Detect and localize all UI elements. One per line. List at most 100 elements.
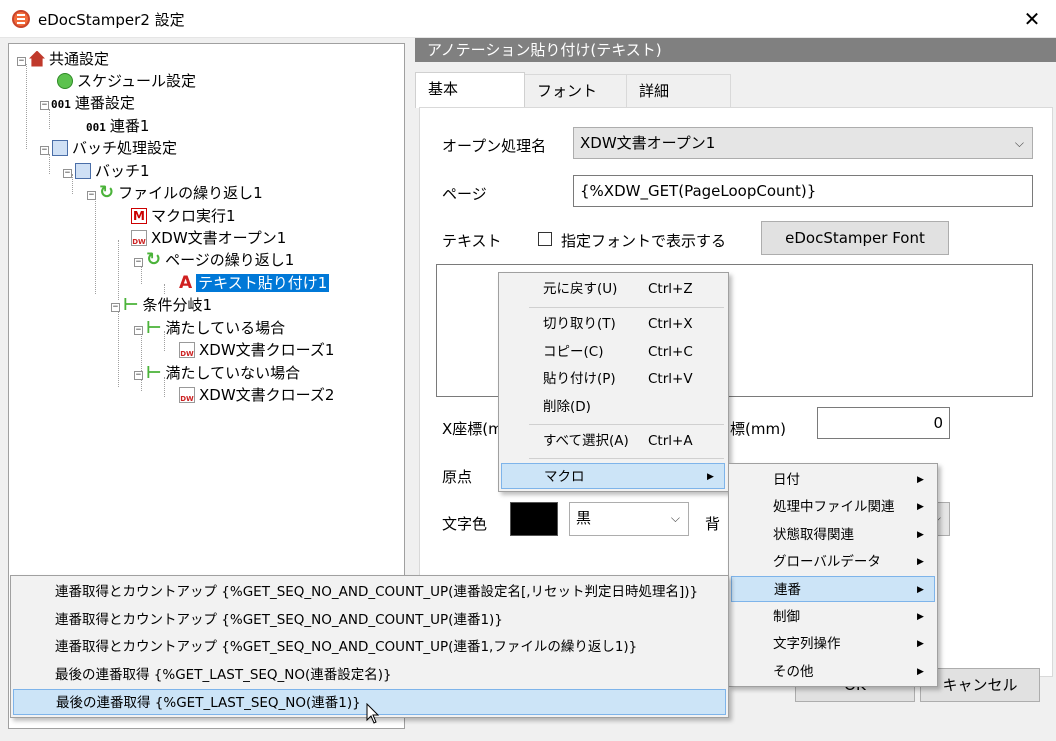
cancel-button[interactable]: キャンセル: [920, 668, 1040, 702]
font-checkbox-label: 指定フォントで表示する: [561, 232, 727, 250]
menu-item-paste[interactable]: 貼り付け(P) Ctrl+V: [499, 366, 728, 392]
sequence-submenu: 連番取得とカウントアップ {%GET_SEQ_NO_AND_COUNT_UP(連…: [10, 575, 729, 718]
menu-item-status[interactable]: 状態取得関連 ▶: [729, 522, 937, 548]
menu-item-date[interactable]: 日付 ▶: [729, 467, 937, 493]
menu-item-label: 切り取り(T): [543, 316, 616, 332]
document-icon: DW: [131, 229, 147, 246]
house-icon: [29, 50, 45, 67]
page-label: ページ: [442, 185, 487, 203]
menu-item-cut[interactable]: 切り取り(T) Ctrl+X: [499, 311, 728, 337]
submenu-arrow-icon: ▶: [917, 639, 924, 649]
macro-submenu: 日付 ▶ 処理中ファイル関連 ▶ 状態取得関連 ▶ グローバルデータ ▶ 連番 …: [728, 463, 938, 687]
menu-item-label: グローバルデータ: [773, 554, 881, 570]
menu-item-label: 処理中ファイル関連: [773, 499, 895, 515]
text-color-label: 文字色: [442, 515, 488, 533]
open-process-select[interactable]: XDW文書オープン1 ⌵: [573, 127, 1033, 159]
macro-icon: M: [131, 207, 147, 224]
tree-item-file-loop[interactable]: − ↻ ファイルの繰り返し1: [87, 183, 263, 203]
collapse-icon[interactable]: −: [40, 146, 49, 155]
menu-item-undo[interactable]: 元に戻す(U) Ctrl+Z: [499, 276, 728, 302]
color-swatch: [510, 502, 558, 536]
chevron-down-icon: ⌵: [670, 511, 680, 525]
tree-item-branch[interactable]: − ⊢ 条件分岐1: [111, 295, 212, 315]
menu-item-label: 削除(D): [543, 399, 591, 415]
menu-item-label: 制御: [773, 609, 800, 625]
y-coord-label: 標(mm): [730, 420, 786, 438]
loop-icon: ↻: [146, 248, 162, 270]
tree-item-xdw-close1[interactable]: DW XDW文書クローズ1: [179, 340, 334, 360]
open-process-label: オープン処理名: [442, 137, 547, 155]
tree-item-batch-settings[interactable]: − バッチ処理設定: [40, 138, 177, 158]
tree-item-label: ファイルの繰り返し1: [118, 184, 263, 202]
tree-item-seq1[interactable]: 001 連番1: [86, 116, 149, 136]
menu-item-label: 文字列操作: [773, 636, 841, 652]
tree-item-cond-false[interactable]: − ⊢ 満たしていない場合: [134, 363, 300, 383]
tree-item-label: 条件分岐1: [142, 296, 213, 314]
loop-icon: ↻: [99, 181, 115, 203]
tree-item-page-loop[interactable]: − ↻ ページの繰り返し1: [134, 250, 294, 270]
tree-item-label: バッチ処理設定: [72, 139, 178, 157]
branch-icon: ⊢: [146, 362, 162, 383]
tree-item-label: XDW文書クローズ1: [199, 341, 335, 359]
tree-item-label: 連番設定: [74, 94, 135, 112]
tree-item-xdw-close2[interactable]: DW XDW文書クローズ2: [179, 385, 334, 405]
tab-basic[interactable]: 基本: [415, 72, 525, 108]
menu-item-label: 日付: [773, 472, 800, 488]
submenu-arrow-icon: ▶: [917, 530, 924, 540]
y-coord-input[interactable]: 0: [817, 407, 950, 439]
collapse-icon[interactable]: −: [134, 371, 143, 380]
menu-item-label: その他: [773, 664, 814, 680]
collapse-icon[interactable]: −: [134, 326, 143, 335]
menu-item-seq-count-up-seq1[interactable]: 連番取得とカウントアップ {%GET_SEQ_NO_AND_COUNT_UP(連…: [11, 607, 728, 633]
submenu-arrow-icon: ▶: [917, 667, 924, 677]
document-icon: DW: [179, 386, 195, 403]
menu-item-global-data[interactable]: グローバルデータ ▶: [729, 549, 937, 575]
tree-item-macro-run[interactable]: M マクロ実行1: [131, 206, 236, 226]
collapse-icon[interactable]: −: [87, 191, 96, 200]
tree-item-label: ページの繰り返し1: [165, 251, 295, 269]
menu-item-copy[interactable]: コピー(C) Ctrl+C: [499, 339, 728, 365]
menu-item-file-related[interactable]: 処理中ファイル関連 ▶: [729, 494, 937, 520]
text-annotation-icon: A: [179, 272, 193, 293]
menu-item-label: 元に戻す(U): [543, 281, 618, 297]
collapse-icon[interactable]: −: [134, 258, 143, 267]
menu-item-control[interactable]: 制御 ▶: [729, 604, 937, 630]
tree-item-schedule[interactable]: スケジュール設定: [57, 71, 196, 91]
menu-item-last-seq-generic[interactable]: 最後の連番取得 {%GET_LAST_SEQ_NO(連番設定名)}: [11, 662, 728, 688]
font-checkbox[interactable]: [538, 232, 552, 246]
tree-item-common[interactable]: − 共通設定: [17, 49, 109, 69]
tree-item-label: 満たしている場合: [165, 319, 286, 337]
window-footer: [0, 729, 1056, 741]
chevron-down-icon: ⌵: [1014, 136, 1024, 150]
tree-item-label: 連番1: [109, 117, 150, 135]
submenu-arrow-icon: ▶: [917, 557, 924, 567]
menu-item-sequence[interactable]: 連番 ▶: [731, 576, 935, 602]
close-button[interactable]: ✕: [1012, 4, 1052, 34]
menu-item-string-ops[interactable]: 文字列操作 ▶: [729, 631, 937, 657]
tree-item-label: 満たしていない場合: [165, 364, 301, 382]
tree-item-xdw-open[interactable]: DW XDW文書オープン1: [131, 228, 286, 248]
tree-item-label: XDW文書オープン1: [151, 229, 287, 247]
tab-detail[interactable]: 詳細: [627, 74, 731, 108]
menu-item-select-all[interactable]: すべて選択(A) Ctrl+A: [499, 428, 728, 454]
menu-item-macro[interactable]: マクロ ▶: [501, 463, 725, 489]
menu-item-seq-count-up-generic[interactable]: 連番取得とカウントアップ {%GET_SEQ_NO_AND_COUNT_UP(連…: [11, 579, 728, 605]
menu-item-delete[interactable]: 削除(D): [499, 394, 728, 420]
menu-item-seq-count-up-loop[interactable]: 連番取得とカウントアップ {%GET_SEQ_NO_AND_COUNT_UP(連…: [11, 634, 728, 660]
menu-shortcut: Ctrl+X: [648, 316, 693, 332]
text-color-select[interactable]: 黒 ⌵: [569, 502, 689, 536]
font-button[interactable]: eDocStamper Font: [761, 221, 949, 255]
collapse-icon[interactable]: −: [111, 303, 120, 312]
tree-item-text-paste[interactable]: A テキスト貼り付け1: [179, 272, 330, 293]
collapse-icon[interactable]: −: [40, 101, 49, 110]
tree-item-seq-settings[interactable]: −001 連番設定: [40, 93, 135, 113]
page-input[interactable]: {%XDW_GET(PageLoopCount)}: [573, 175, 1033, 207]
collapse-icon[interactable]: −: [63, 169, 72, 178]
tree-item-batch1[interactable]: − バッチ1: [63, 161, 150, 181]
collapse-icon[interactable]: −: [17, 57, 26, 66]
submenu-arrow-icon: ▶: [917, 585, 924, 595]
tab-font[interactable]: フォント: [525, 74, 627, 108]
x-coord-label: X座標(m: [442, 420, 503, 438]
tree-item-cond-true[interactable]: − ⊢ 満たしている場合: [134, 318, 285, 338]
menu-item-other[interactable]: その他 ▶: [729, 659, 937, 685]
